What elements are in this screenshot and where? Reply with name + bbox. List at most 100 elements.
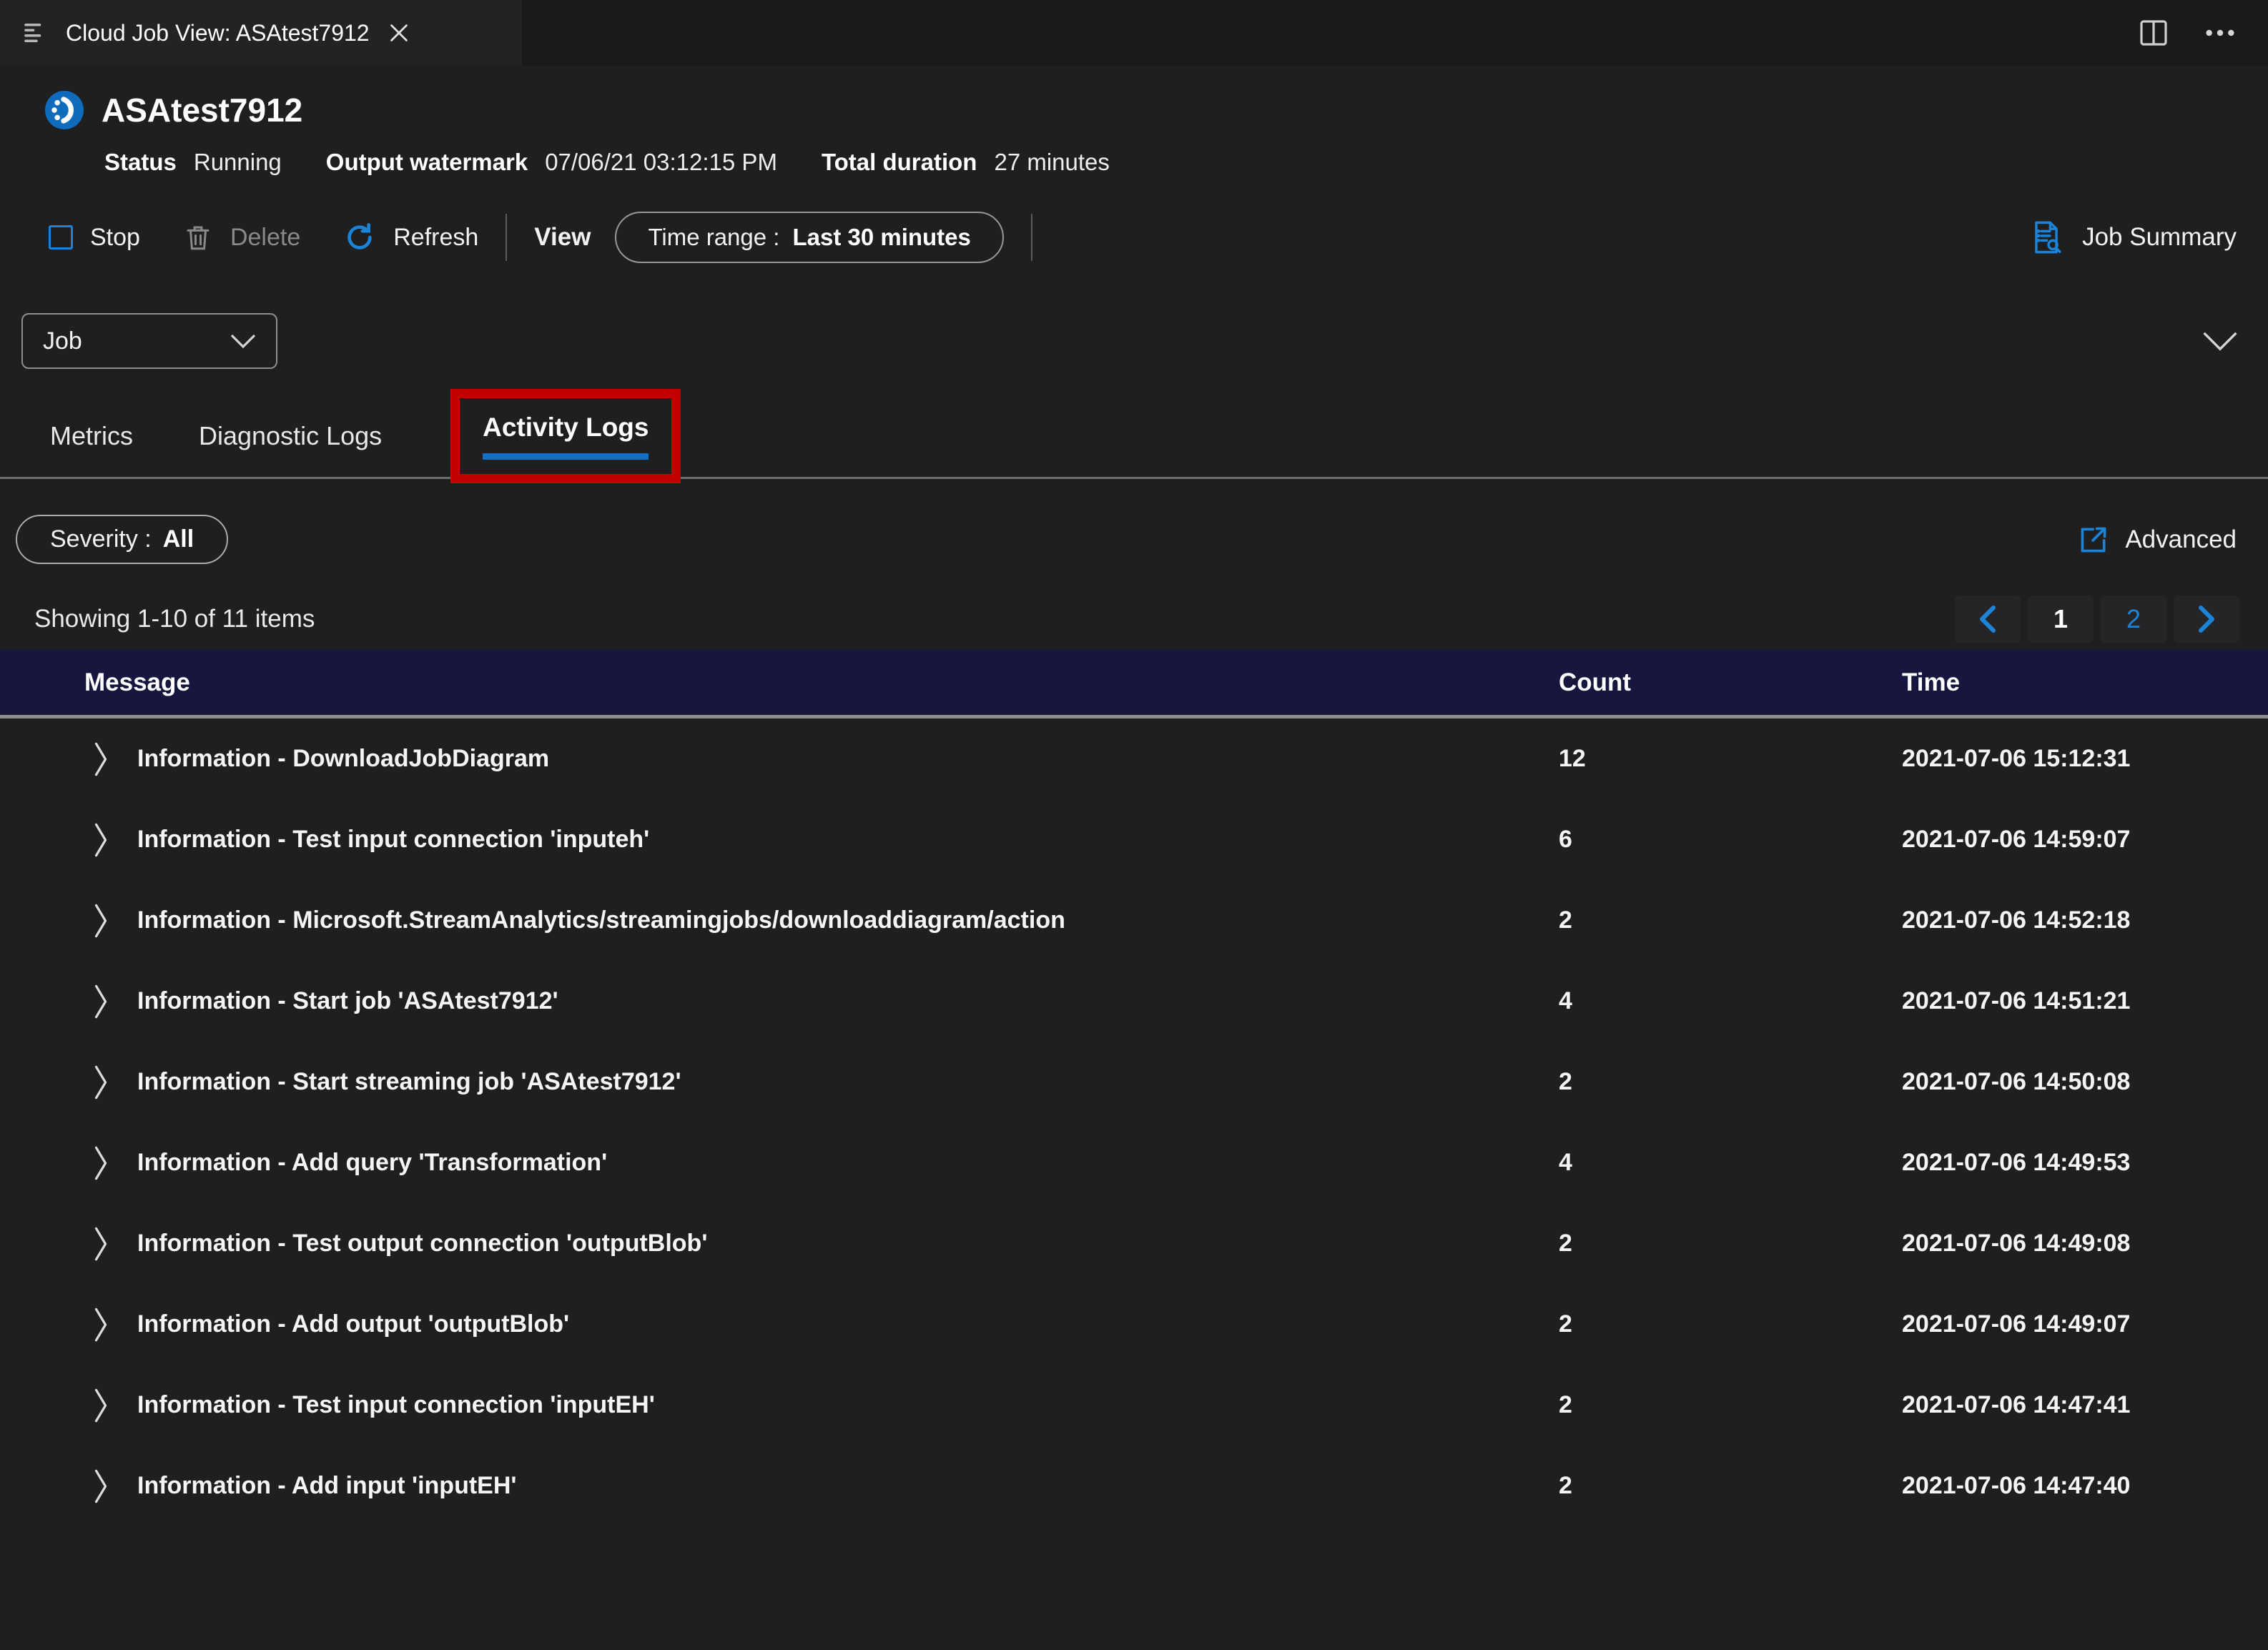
items-summary: Showing 1-10 of 11 items <box>34 605 315 633</box>
chevron-left-icon <box>1980 606 1996 633</box>
red-annotation-box: Activity Logs <box>450 389 681 483</box>
advanced-button[interactable]: Advanced <box>2078 524 2237 555</box>
tabs-separator <box>0 477 2268 479</box>
log-time: 2021-07-06 14:51:21 <box>1902 987 2131 1014</box>
log-time: 2021-07-06 15:12:31 <box>1902 745 2131 772</box>
prev-page-button[interactable] <box>1955 596 2021 643</box>
expand-chevron-icon[interactable] <box>93 741 109 778</box>
page-button-2[interactable]: 2 <box>2101 596 2166 643</box>
tab-metrics[interactable]: Metrics <box>50 421 133 451</box>
log-count: 2 <box>1559 1391 1572 1418</box>
tabs-bar: Metrics Diagnostic Logs Activity Logs <box>0 389 2268 483</box>
expand-chevron-icon[interactable] <box>93 983 109 1020</box>
log-time: 2021-07-06 14:49:53 <box>1902 1149 2131 1176</box>
log-time: 2021-07-06 14:49:08 <box>1902 1230 2131 1257</box>
editor-tab-title: Cloud Job View: ASAtest7912 <box>66 19 370 46</box>
page-title: ASAtest7912 <box>102 92 303 129</box>
table-body: Information - DownloadJobDiagram 12 2021… <box>0 718 2268 1526</box>
job-summary-icon <box>2028 219 2065 256</box>
column-message: Message <box>84 668 190 696</box>
pagination: 1 2 <box>1955 596 2239 643</box>
expand-chevron-icon[interactable] <box>93 1064 109 1101</box>
next-page-button[interactable] <box>2174 596 2239 643</box>
editor-tab[interactable]: Cloud Job View: ASAtest7912 <box>0 0 522 66</box>
expand-chevron-icon[interactable] <box>93 821 109 859</box>
stop-icon <box>49 225 73 250</box>
editor-actions <box>2136 0 2268 66</box>
delete-button[interactable]: Delete <box>183 222 300 252</box>
table-row[interactable]: Information - Test output connection 'ou… <box>0 1203 2268 1284</box>
table-row[interactable]: Information - Add input 'inputEH' 2 2021… <box>0 1446 2268 1526</box>
job-summary-button[interactable]: Job Summary <box>2028 219 2237 256</box>
expand-chevron-icon[interactable] <box>93 1145 109 1182</box>
more-actions-icon[interactable] <box>2204 16 2237 49</box>
watermark-value: 07/06/21 03:12:15 PM <box>545 149 777 175</box>
column-time: Time <box>1902 668 1961 696</box>
expand-chevron-icon[interactable] <box>93 1468 109 1505</box>
watermark-label: Output watermark <box>325 149 528 175</box>
list-icon <box>21 20 47 46</box>
expand-chevron-icon[interactable] <box>93 902 109 939</box>
status-value: Running <box>193 149 282 175</box>
log-message: Information - Add query 'Transformation' <box>137 1149 608 1176</box>
job-dropdown[interactable]: Job <box>21 313 277 369</box>
table-header: Message Count Time <box>0 650 2268 718</box>
table-row[interactable]: Information - Start streaming job 'ASAte… <box>0 1042 2268 1122</box>
log-time: 2021-07-06 14:47:40 <box>1902 1472 2131 1499</box>
stop-button[interactable]: Stop <box>49 224 140 252</box>
tab-activity-logs[interactable]: Activity Logs <box>483 412 649 443</box>
table-row[interactable]: Information - Add query 'Transformation'… <box>0 1122 2268 1203</box>
table-row[interactable]: Information - Add output 'outputBlob' 2 … <box>0 1284 2268 1365</box>
active-tab-underline <box>483 453 649 460</box>
refresh-button[interactable]: Refresh <box>343 221 478 254</box>
refresh-icon <box>343 221 376 254</box>
table-row[interactable]: Information - Microsoft.StreamAnalytics/… <box>0 880 2268 961</box>
table-row[interactable]: Information - Start job 'ASAtest7912' 4 … <box>0 961 2268 1042</box>
log-time: 2021-07-06 14:59:07 <box>1902 826 2131 853</box>
toolbar-divider <box>1030 214 1032 261</box>
page-button-1[interactable]: 1 <box>2028 596 2094 643</box>
filter-row: Severity : All Advanced <box>16 515 2237 564</box>
editor-tab-strip: Cloud Job View: ASAtest7912 <box>0 0 2268 66</box>
log-count: 4 <box>1559 1149 1572 1176</box>
job-selector-row: Job <box>21 313 2239 369</box>
column-count: Count <box>1559 668 1632 696</box>
duration-value: 27 minutes <box>994 149 1110 175</box>
table-row[interactable]: Information - DownloadJobDiagram 12 2021… <box>0 718 2268 799</box>
chevron-down-icon <box>230 334 256 349</box>
tab-diagnostic-logs[interactable]: Diagnostic Logs <box>199 421 382 451</box>
status-label: Status <box>104 149 177 175</box>
toolbar: Stop Delete Refresh View Time range : La… <box>0 196 2268 279</box>
log-message: Information - Microsoft.StreamAnalytics/… <box>137 906 1065 934</box>
log-message: Information - Add input 'inputEH' <box>137 1472 517 1499</box>
expand-chevron-icon[interactable] <box>93 1306 109 1343</box>
split-editor-icon[interactable] <box>2136 16 2171 50</box>
severity-filter-button[interactable]: Severity : All <box>16 515 229 564</box>
stream-analytics-icon <box>44 90 84 130</box>
open-external-icon <box>2078 524 2109 555</box>
expand-chevron-icon[interactable] <box>93 1225 109 1263</box>
log-message: Information - Test input connection 'inp… <box>137 1391 655 1418</box>
chevron-down-icon <box>2203 332 2237 351</box>
log-time: 2021-07-06 14:47:41 <box>1902 1391 2131 1418</box>
trash-icon <box>183 222 213 252</box>
log-count: 2 <box>1559 1310 1572 1338</box>
close-icon[interactable] <box>388 22 410 44</box>
log-count: 2 <box>1559 1068 1572 1095</box>
log-count: 2 <box>1559 1230 1572 1257</box>
table-row[interactable]: Information - Test input connection 'inp… <box>0 799 2268 880</box>
log-time: 2021-07-06 14:52:18 <box>1902 906 2131 934</box>
log-message: Information - DownloadJobDiagram <box>137 745 550 772</box>
expand-chevron-icon[interactable] <box>93 1387 109 1424</box>
view-button[interactable]: View <box>534 223 591 252</box>
log-count: 4 <box>1559 987 1572 1014</box>
log-message: Information - Start job 'ASAtest7912' <box>137 987 558 1014</box>
time-range-button[interactable]: Time range : Last 30 minutes <box>615 212 1004 263</box>
log-time: 2021-07-06 14:50:08 <box>1902 1068 2131 1095</box>
job-header: ASAtest7912 Status Running Output waterm… <box>0 66 2268 176</box>
log-message: Information - Add output 'outputBlob' <box>137 1310 570 1338</box>
log-count: 2 <box>1559 1472 1572 1499</box>
chevron-right-icon <box>2199 606 2214 633</box>
table-row[interactable]: Information - Test input connection 'inp… <box>0 1365 2268 1446</box>
collapse-section-button[interactable] <box>2201 331 2239 351</box>
